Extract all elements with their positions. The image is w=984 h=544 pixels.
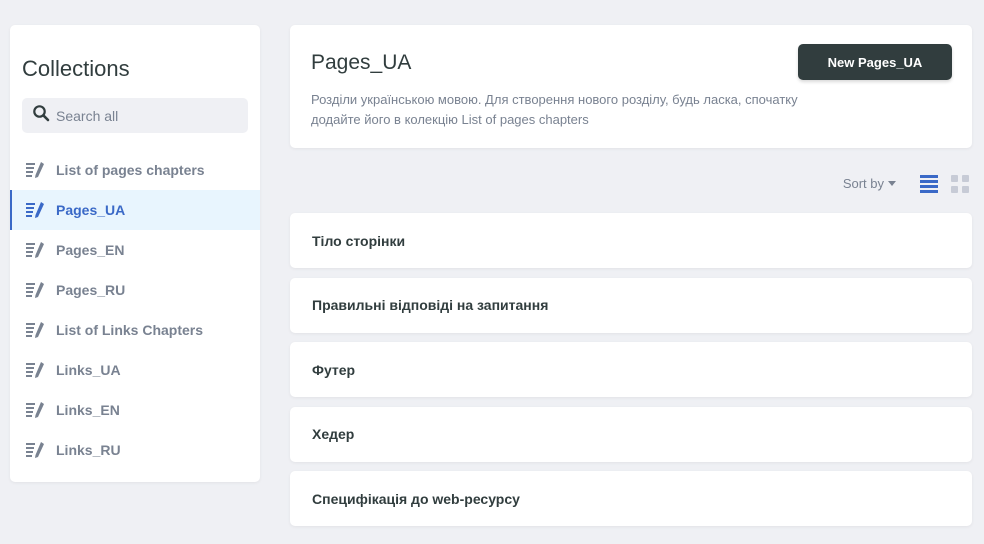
sidebar-title: Collections — [22, 56, 130, 81]
collection-edit-icon — [26, 361, 46, 379]
entry-card[interactable]: Тіло сторінки — [290, 213, 972, 268]
sidebar-item-links-en[interactable]: Links_EN — [10, 390, 260, 430]
entry-card[interactable]: Специфікація до web-ресурсу — [290, 471, 972, 526]
collection-edit-icon — [26, 201, 46, 219]
collection-edit-icon — [26, 401, 46, 419]
search-icon — [32, 104, 50, 127]
sidebar-item-label: Pages_EN — [56, 242, 125, 258]
collection-header: Pages_UA Розділи українською мовою. Для … — [290, 25, 972, 148]
entry-card[interactable]: Футер — [290, 342, 972, 397]
sidebar-item-label: List of Links Chapters — [56, 322, 204, 338]
new-entry-button[interactable]: New Pages_UA — [798, 44, 952, 80]
sidebar-item-list-of-links-chapters[interactable]: List of Links Chapters — [10, 310, 260, 350]
sidebar-item-pages-en[interactable]: Pages_EN — [10, 230, 260, 270]
caret-down-icon — [888, 181, 896, 186]
sidebar-item-label: Links_UA — [56, 362, 121, 378]
list-toolbar: Sort by — [290, 170, 972, 198]
collection-edit-icon — [26, 441, 46, 459]
sort-by-label: Sort by — [842, 176, 884, 191]
collection-edit-icon — [26, 241, 46, 259]
collections-sidebar: Collections Search all List of pages cha… — [10, 25, 260, 482]
collection-edit-icon — [26, 281, 46, 299]
sort-by-dropdown[interactable]: Sort by — [843, 176, 896, 191]
search-placeholder: Search all — [56, 107, 119, 124]
collections-nav: List of pages chapters Pages_UA Pages_EN… — [10, 150, 260, 470]
entries-list: Тіло сторінки Правильні відповіді на зап… — [290, 213, 972, 536]
collection-edit-icon — [26, 161, 46, 179]
entry-card[interactable]: Хедер — [290, 406, 972, 462]
collection-description: Розділи українською мовою. Для створення… — [311, 92, 798, 127]
sidebar-item-label: List of pages chapters — [56, 162, 205, 178]
page-title: Pages_UA — [311, 51, 412, 74]
grid-view-icon[interactable] — [950, 174, 970, 194]
sidebar-item-label: Pages_RU — [56, 282, 126, 298]
sidebar-item-links-ua[interactable]: Links_UA — [10, 350, 260, 390]
entry-card[interactable]: Правильні відповіді на запитання — [290, 277, 972, 333]
search-input[interactable]: Search all — [22, 98, 248, 133]
list-view-icon[interactable] — [920, 174, 938, 194]
sidebar-item-label: Pages_UA — [56, 202, 126, 218]
sidebar-item-pages-ru[interactable]: Pages_RU — [10, 270, 260, 310]
sidebar-item-list-of-pages-chapters[interactable]: List of pages chapters — [10, 150, 260, 190]
sidebar-item-label: Links_EN — [56, 402, 120, 418]
sidebar-item-links-ru[interactable]: Links_RU — [10, 430, 260, 470]
sidebar-item-pages-ua[interactable]: Pages_UA — [10, 190, 260, 230]
sidebar-item-label: Links_RU — [56, 442, 121, 458]
collection-edit-icon — [26, 321, 46, 339]
